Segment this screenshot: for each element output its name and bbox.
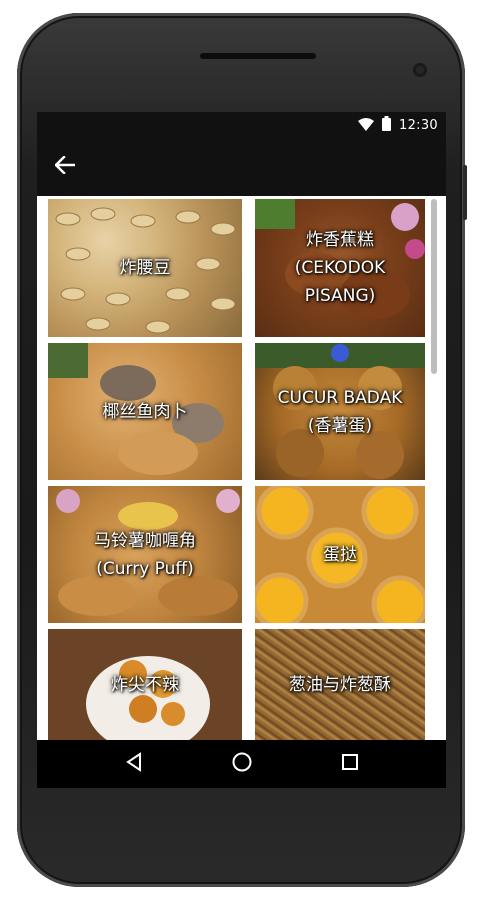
nav-back-icon xyxy=(124,752,144,776)
grid-item[interactable]: 炸香蕉糕 (CEKODOK PISANG) xyxy=(255,199,425,337)
wifi-icon xyxy=(358,116,375,135)
grid-item[interactable]: CUCUR BADAK (香薯蛋) xyxy=(255,343,425,480)
grid-item-label: 马铃薯咖喱角 (Curry Puff) xyxy=(94,530,196,579)
grid-item[interactable]: 椰丝鱼肉卜 xyxy=(48,343,242,480)
app-bar xyxy=(37,138,446,196)
nav-home-button[interactable] xyxy=(227,750,257,778)
recipe-grid: 炸腰豆 炸香蕉糕 (CEKODOK PISANG) 椰丝鱼肉卜 CUCUR BA… xyxy=(37,196,446,740)
grid-item[interactable]: 炸尖不辣 xyxy=(48,629,242,740)
power-button xyxy=(463,165,467,220)
grid-item-label: 椰丝鱼肉卜 xyxy=(102,401,188,422)
screen: 12:30 炸腰豆 炸香蕉糕 (CEKODOK PISANG) 椰丝鱼肉卜 CU… xyxy=(37,112,446,788)
nav-recents-icon xyxy=(341,753,359,775)
grid-item-label: 炸尖不辣 xyxy=(111,674,179,695)
grid-item-label: 炸香蕉糕 (CEKODOK PISANG) xyxy=(294,230,386,306)
nav-home-icon xyxy=(231,751,253,777)
arrow-back-icon xyxy=(54,155,76,178)
grid-item-label: CUCUR BADAK (香薯蛋) xyxy=(277,387,403,436)
front-camera xyxy=(413,63,427,77)
grid-item[interactable]: 炸腰豆 xyxy=(48,199,242,337)
nav-recents-button[interactable] xyxy=(335,750,365,778)
status-time: 12:30 xyxy=(399,117,438,133)
grid-item[interactable]: 马铃薯咖喱角 (Curry Puff) xyxy=(48,486,242,623)
grid-item-label: 葱油与炸葱酥 xyxy=(289,674,391,695)
grid-item-label: 蛋挞 xyxy=(323,544,357,565)
status-bar: 12:30 xyxy=(37,112,446,138)
navigation-bar xyxy=(37,740,446,788)
grid-item[interactable]: 葱油与炸葱酥 xyxy=(255,629,425,740)
back-button[interactable] xyxy=(51,153,79,181)
battery-icon xyxy=(382,115,392,135)
nav-back-button[interactable] xyxy=(119,750,149,778)
grid-item[interactable]: 蛋挞 xyxy=(255,486,425,623)
grid-item-label: 炸腰豆 xyxy=(119,258,171,278)
earpiece xyxy=(200,53,316,59)
scrollbar[interactable] xyxy=(431,199,437,374)
